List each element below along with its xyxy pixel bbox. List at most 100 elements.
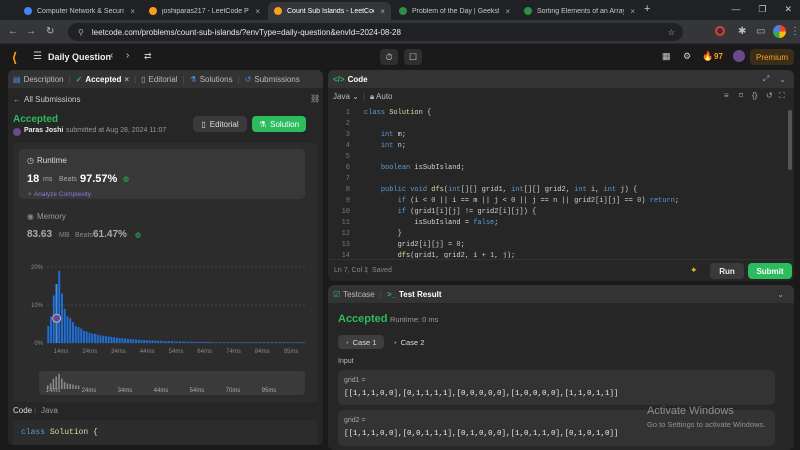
- browser-tab[interactable]: Problem of the Day | GeeksforG×: [393, 2, 516, 20]
- minimize-icon[interactable]: —: [731, 4, 740, 15]
- chart-bar[interactable]: [201, 341, 203, 343]
- tab-description[interactable]: ▤ Description: [8, 75, 69, 84]
- browser-tab[interactable]: Count Sub Islands - LeetCode ×: [268, 2, 391, 20]
- analyze-complexity-link[interactable]: ✧ Analyze Complexity: [27, 190, 91, 198]
- tab-accepted[interactable]: ✓ Accepted ×: [71, 75, 134, 84]
- chart-bar[interactable]: [222, 342, 225, 343]
- testcase-tab[interactable]: ☑ Testcase: [328, 290, 380, 299]
- chart-bar[interactable]: [159, 340, 162, 343]
- chart-bar[interactable]: [280, 342, 283, 343]
- chart-bar[interactable]: [113, 337, 116, 343]
- chart-bar[interactable]: [266, 342, 269, 343]
- tab-editorial[interactable]: ▯ Editorial: [136, 75, 182, 84]
- chart-bar[interactable]: [214, 342, 217, 343]
- chart-bar[interactable]: [297, 342, 300, 343]
- chart-bar[interactable]: [157, 340, 160, 343]
- chart-bar[interactable]: [184, 341, 187, 343]
- chart-bar[interactable]: [91, 333, 94, 344]
- address-bar[interactable]: ⚲ leetcode.com/problems/count-sub-island…: [68, 23, 683, 41]
- chart-bar[interactable]: [77, 327, 80, 343]
- chart-bar[interactable]: [129, 339, 132, 343]
- chart-bar[interactable]: [294, 342, 297, 343]
- chart-bar[interactable]: [146, 340, 149, 343]
- auto-mode[interactable]: 🔒︎ Auto: [370, 92, 393, 102]
- chart-bar[interactable]: [179, 341, 181, 343]
- extensions-puzzle-icon[interactable]: ✱: [738, 26, 746, 38]
- chart-bar[interactable]: [151, 340, 154, 343]
- chart-bar[interactable]: [118, 338, 121, 343]
- tab-close-icon[interactable]: ×: [124, 75, 129, 84]
- chart-bar[interactable]: [148, 340, 151, 343]
- chart-bar[interactable]: [242, 342, 245, 343]
- chart-bar[interactable]: [255, 342, 258, 343]
- chart-bar[interactable]: [192, 341, 195, 343]
- chart-bar[interactable]: [272, 342, 275, 343]
- layout-icon[interactable]: ▦: [662, 51, 671, 62]
- fullscreen-icon[interactable]: ⛶: [779, 91, 785, 101]
- chart-bar[interactable]: [277, 342, 280, 343]
- run-button[interactable]: Run: [710, 263, 744, 279]
- chart-bar[interactable]: [72, 322, 74, 343]
- ai-assist-icon[interactable]: ✦: [690, 265, 698, 276]
- chart-bar[interactable]: [135, 339, 138, 343]
- maximize-icon[interactable]: ❐: [758, 4, 766, 15]
- chart-bar[interactable]: [165, 341, 168, 343]
- chart-bar[interactable]: [187, 341, 190, 343]
- memory-title[interactable]: Memory: [37, 212, 66, 221]
- code-tab[interactable]: </> Code: [328, 75, 373, 84]
- chart-bar[interactable]: [239, 342, 242, 343]
- all-submissions-link[interactable]: All Submissions: [24, 95, 80, 104]
- chart-bar[interactable]: [63, 308, 66, 343]
- chart-bar[interactable]: [302, 342, 305, 343]
- chart-bar[interactable]: [55, 284, 58, 343]
- close-window-icon[interactable]: ✕: [784, 4, 792, 15]
- collapse-panel-icon[interactable]: ⌄: [777, 290, 784, 299]
- reload-icon[interactable]: ↻: [46, 26, 54, 38]
- chart-bar[interactable]: [110, 336, 113, 343]
- chart-bar[interactable]: [181, 341, 184, 343]
- debug-button[interactable]: ⏱: [380, 49, 398, 65]
- chart-bar[interactable]: [233, 342, 236, 343]
- new-tab-button[interactable]: +: [644, 3, 650, 15]
- submitter-name[interactable]: Paras Joshi: [24, 127, 63, 134]
- chart-bar[interactable]: [99, 335, 102, 343]
- leetcode-logo[interactable]: ⟨: [12, 50, 17, 66]
- chart-bar[interactable]: [247, 342, 250, 343]
- code-editor[interactable]: 1 class Solution {2 3 int m; 4 int n; 5 6 boo…: [328, 108, 794, 258]
- chart-bar[interactable]: [115, 337, 118, 343]
- chart-bar[interactable]: [275, 342, 278, 343]
- chart-bar[interactable]: [217, 342, 220, 343]
- chart-bar[interactable]: [93, 333, 96, 343]
- chart-bar[interactable]: [58, 270, 61, 343]
- chart-bar[interactable]: [88, 332, 91, 343]
- chart-bar[interactable]: [261, 342, 264, 343]
- collapse-icon[interactable]: ⌄: [779, 75, 786, 84]
- chart-bar[interactable]: [176, 341, 179, 343]
- bookmark-star-icon[interactable]: ☆: [668, 28, 675, 37]
- chart-bar[interactable]: [190, 341, 192, 343]
- tab-close-icon[interactable]: ×: [374, 7, 385, 16]
- chart-bar[interactable]: [286, 342, 289, 343]
- runtime-distribution-chart[interactable]: 20% 10% 0% 14ms 24ms 34ms 44ms 54ms 64ms 74ms 84ms…: [13, 261, 318, 361]
- chart-bar[interactable]: [206, 341, 209, 343]
- chart-bar[interactable]: [143, 339, 146, 343]
- submit-button[interactable]: Submit: [748, 263, 792, 279]
- chart-bar[interactable]: [195, 341, 198, 343]
- chart-bar[interactable]: [258, 342, 261, 343]
- solution-button[interactable]: ⚗ Solution: [252, 116, 306, 132]
- chart-bar[interactable]: [61, 293, 63, 343]
- editor-scrollbar[interactable]: [788, 110, 792, 170]
- chart-bar[interactable]: [96, 334, 99, 343]
- chart-bar[interactable]: [102, 335, 105, 343]
- chart-bar[interactable]: [269, 342, 272, 343]
- case-2-tab[interactable]: • Case 2: [386, 335, 432, 349]
- browser-tab[interactable]: Computer Network & Security ×: [18, 2, 141, 20]
- grid1-input-box[interactable]: grid1 = [[1,1,1,0,0],[0,1,1,1,1],[0,0,0,…: [338, 370, 775, 405]
- chart-bar[interactable]: [299, 342, 302, 343]
- nav-title[interactable]: Daily Question: [48, 52, 111, 62]
- chart-bar[interactable]: [82, 330, 85, 343]
- forward-icon[interactable]: →: [26, 26, 36, 38]
- chart-bar[interactable]: [236, 342, 239, 343]
- chart-bar[interactable]: [80, 328, 83, 343]
- chart-bar[interactable]: [220, 342, 223, 343]
